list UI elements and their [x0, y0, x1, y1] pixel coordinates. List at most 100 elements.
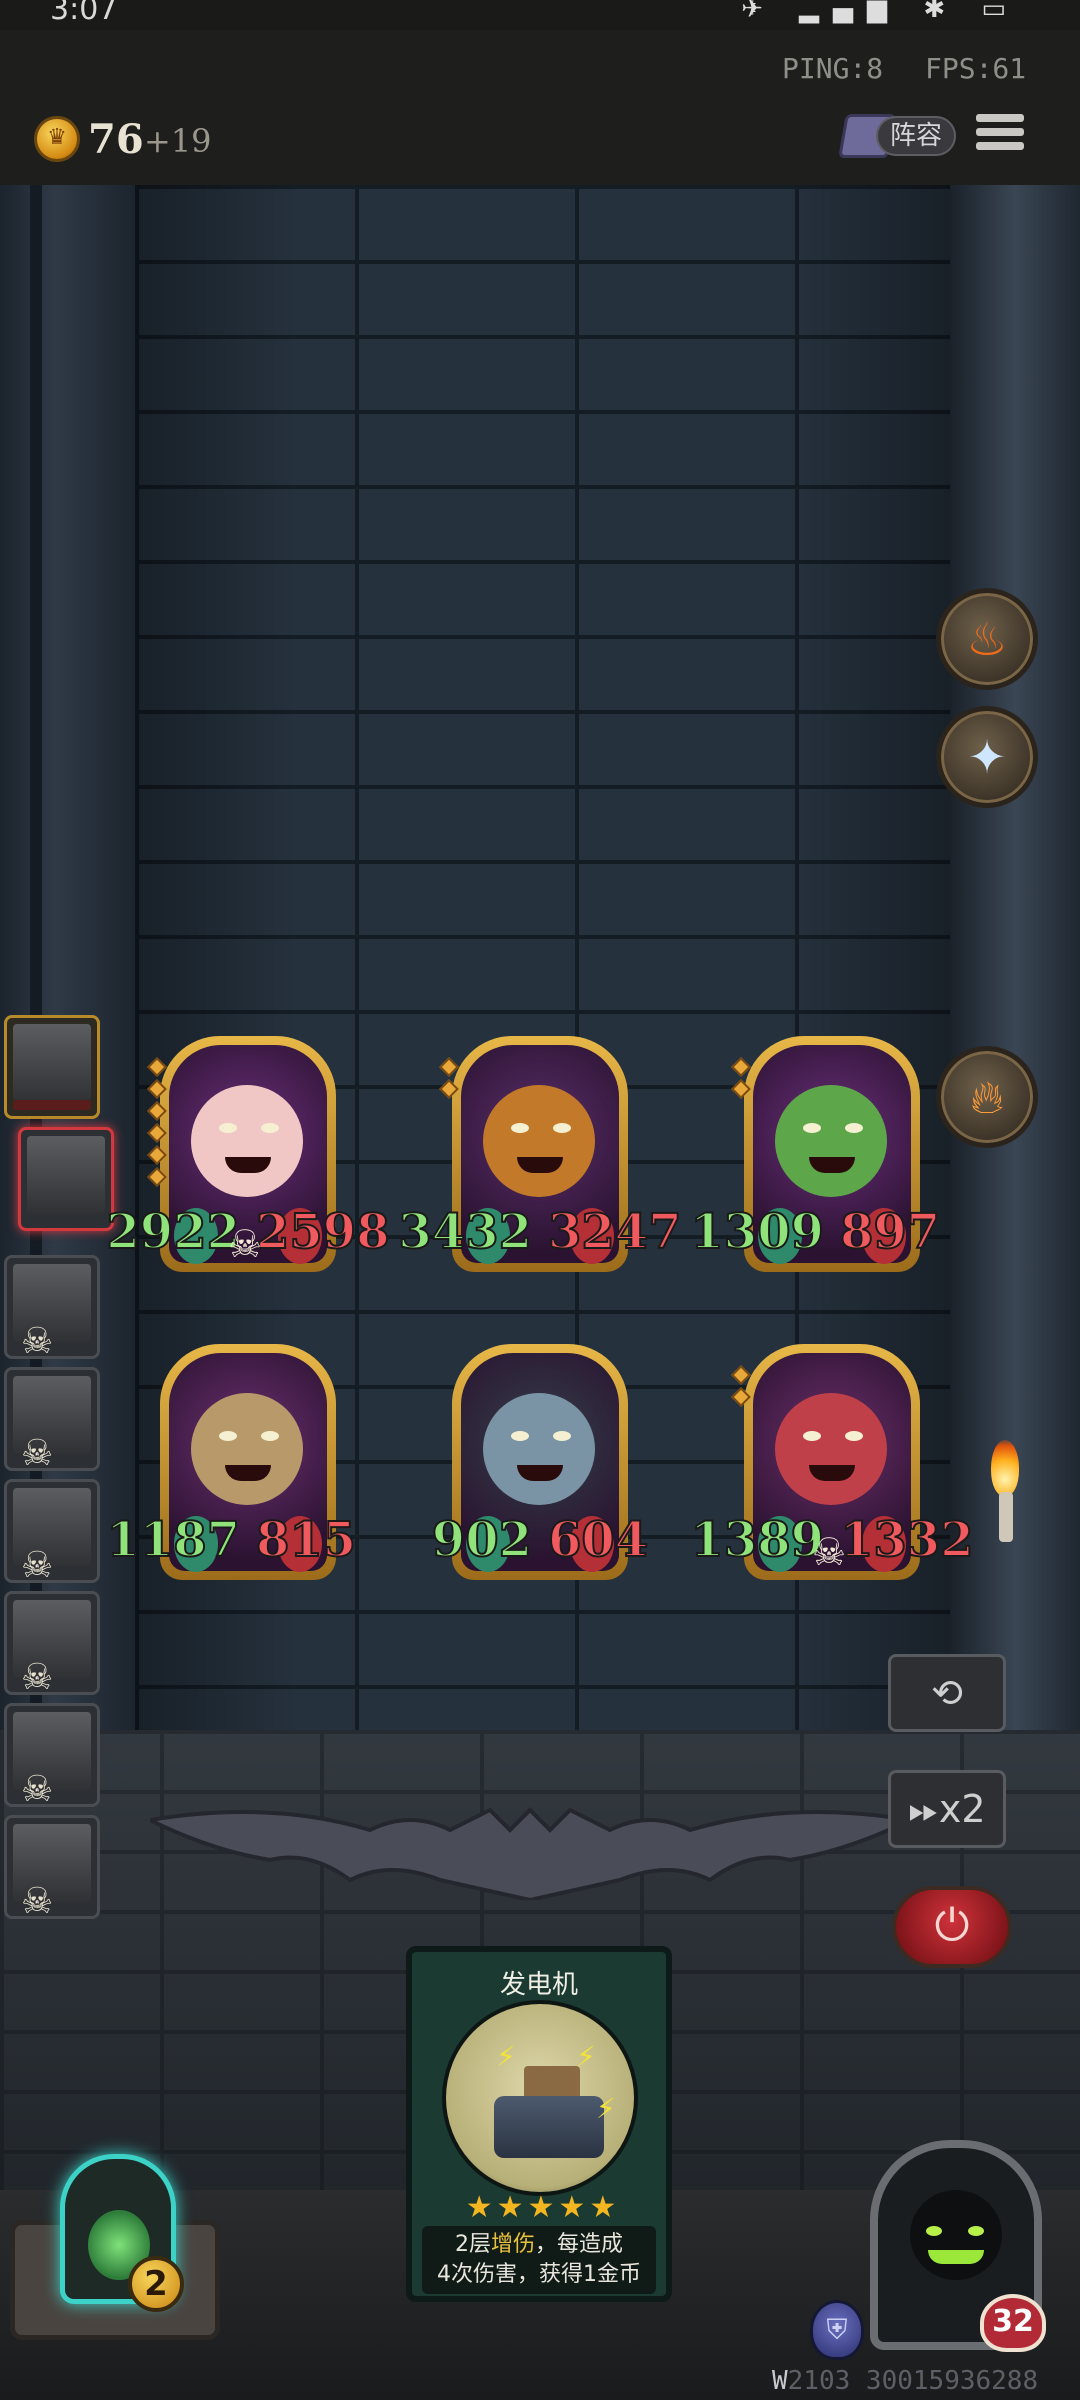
unit-portrait: [27, 1136, 105, 1214]
gold-amount: 76: [88, 116, 144, 163]
desc-text: ，每造成: [535, 2232, 624, 2257]
hero-eye: [803, 1431, 821, 1441]
hero-face: [191, 1393, 303, 1505]
health-value: 2598: [255, 1203, 391, 1261]
health-value: 604: [547, 1511, 649, 1569]
desc-keyword: 增伤: [490, 2232, 535, 2257]
card-title: 发电机: [499, 1970, 578, 2000]
unit-portrait: [13, 1024, 91, 1102]
skull-icon: ☠: [21, 1769, 54, 1810]
unit-queue: ☠ ☠ ☠ ☠ ☠ ☠: [0, 1015, 114, 1945]
star-icon: [147, 1079, 167, 1099]
attack-value: 3432: [397, 1203, 533, 1261]
lightning-icon: ⚡︎: [496, 2040, 516, 2073]
attack-value: 1389: [689, 1511, 825, 1569]
gold-income: +19: [144, 122, 212, 160]
card-stars: ★★★★★: [465, 2190, 621, 2225]
star-icon: [731, 1079, 751, 1099]
shield-icon: ⛨: [810, 2300, 864, 2360]
star-icon: [147, 1167, 167, 1187]
status-bar: 3:07 ✈ ▂▄▆ ✱ ▭: [0, 0, 1080, 30]
speed-label: x2: [938, 1787, 986, 1831]
lighter-icon: 🔥︎: [970, 1070, 1004, 1124]
attack-value: 2922: [105, 1203, 241, 1261]
hero-face: [483, 1393, 595, 1505]
boss-eyes: [926, 2226, 986, 2238]
star-icon: [731, 1057, 751, 1077]
hero-card-pink-girl[interactable]: 2922 2598 ☠: [105, 1036, 391, 1272]
lightning-icon: ⚡︎: [596, 2092, 616, 2125]
hero-face: [191, 1085, 303, 1197]
enemy-boss-portrait[interactable]: 32: [870, 2140, 1046, 2352]
attack-value: 902: [431, 1511, 533, 1569]
star-icon: [147, 1145, 167, 1165]
hero-eye: [845, 1431, 863, 1441]
hero-card-dragon[interactable]: 1389 1332 ☠: [689, 1344, 975, 1580]
boss-grin: [928, 2250, 984, 2264]
hero-eye: [803, 1123, 821, 1133]
right-pillar: [950, 185, 1080, 1815]
lighter-relic-button[interactable]: 🔥︎: [936, 1046, 1038, 1148]
watermark-prefix: W: [772, 2366, 788, 2396]
star-rank: [731, 1365, 751, 1412]
star-icon: [147, 1101, 167, 1121]
top-hud: PING:8 FPS:61 ♛ 76 +19 阵容: [0, 30, 1080, 185]
menu-icon[interactable]: [976, 114, 1024, 158]
hero-eye: [511, 1123, 529, 1133]
queue-item-unit-7[interactable]: ☠: [4, 1703, 100, 1810]
player-deck[interactable]: 2: [10, 2150, 220, 2350]
star-rank: [731, 1057, 751, 1104]
fps-readout: FPS:61: [925, 52, 1027, 85]
campfire-relic-button[interactable]: ♨: [936, 588, 1038, 690]
boss-hp-heart: 32: [980, 2294, 1046, 2352]
star-icon: [439, 1057, 459, 1077]
hand-card[interactable]: 发电机 ⚡︎ ⚡︎ ⚡︎ ★★★★★ 2层增伤，每造成 4次伤害，获得1金币: [406, 1946, 672, 2302]
exit-battle-button[interactable]: ⏻: [892, 1886, 1012, 1968]
desc-text: 2层: [454, 2232, 491, 2257]
skull-icon: ☠: [21, 1321, 54, 1362]
queue-item-unit-3[interactable]: ☠: [4, 1255, 100, 1362]
gold-coin-icon: ♛: [34, 116, 80, 162]
star-icon: [147, 1123, 167, 1143]
queue-item-unit-4[interactable]: ☠: [4, 1367, 100, 1474]
lightning-icon: ⚡︎: [576, 2040, 596, 2073]
status-icons: ✈ ▂▄▆ ✱ ▭: [741, 0, 1020, 24]
skull-icon: ☠: [21, 1433, 54, 1474]
queue-item-masked-bandit[interactable]: [18, 1127, 114, 1231]
queue-item-shadow-tree[interactable]: [4, 1015, 100, 1119]
hero-eye: [553, 1123, 571, 1133]
skull-icon: ☠: [21, 1545, 54, 1586]
hero-card-cactus[interactable]: 1309 897: [689, 1036, 941, 1272]
queue-item-unit-6[interactable]: ☠: [4, 1591, 100, 1698]
star-icon: [731, 1387, 751, 1407]
hero-eye: [845, 1123, 863, 1133]
watermark: W2103 30015936288: [772, 2366, 1038, 2396]
star-rank: [147, 1057, 167, 1192]
hero-eye: [219, 1123, 237, 1133]
hero-eye: [261, 1123, 279, 1133]
skull-icon: ☠: [21, 1881, 54, 1922]
queue-item-unit-8[interactable]: ☠: [4, 1815, 100, 1922]
hero-card-treant[interactable]: 1187 815: [105, 1344, 357, 1580]
star-icon: [147, 1057, 167, 1077]
desc-text: 4次伤害，获得1金币: [437, 2262, 641, 2287]
skull-icon: ☠: [21, 1657, 54, 1698]
speed-button[interactable]: ⏩︎x2: [888, 1770, 1006, 1848]
hero-card-beast[interactable]: 902 604: [431, 1344, 649, 1580]
lineup-button[interactable]: 阵容: [838, 112, 958, 160]
generator-art: ⚡︎ ⚡︎ ⚡︎: [442, 2000, 638, 2196]
hero-face: [775, 1393, 887, 1505]
fast-forward-icon: ⏩︎: [908, 1787, 939, 1831]
attack-value: 1187: [105, 1511, 241, 1569]
health-bar: [13, 1100, 91, 1110]
health-value: 3247: [547, 1203, 683, 1261]
restart-button[interactable]: ⟲: [888, 1654, 1006, 1732]
crystal-ball-relic-button[interactable]: ✦: [936, 706, 1038, 808]
power-icon: ⏻: [934, 1900, 970, 1951]
hero-card-pumpkin[interactable]: 3432 3247: [397, 1036, 683, 1272]
campfire-icon: ♨: [966, 612, 1008, 666]
hero-eye: [511, 1431, 529, 1441]
skull-icon: ☠: [812, 1530, 847, 1574]
queue-item-unit-5[interactable]: ☠: [4, 1479, 100, 1586]
attack-value: 1309: [689, 1203, 825, 1261]
